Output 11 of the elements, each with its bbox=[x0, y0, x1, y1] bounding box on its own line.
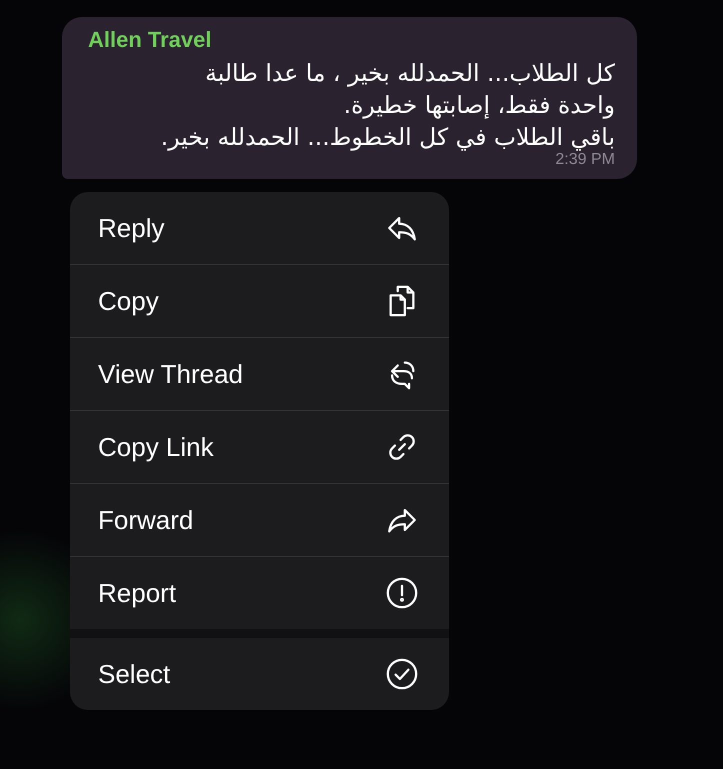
exclamation-circle-icon bbox=[385, 576, 419, 610]
sender-name: Allen Travel bbox=[88, 27, 213, 53]
menu-item[interactable]: Forward bbox=[70, 483, 449, 556]
menu-item[interactable]: Copy bbox=[70, 264, 449, 337]
check-circle-icon bbox=[385, 657, 419, 691]
message-text: كل الطلاب... الحمدلله بخير ، ما عدا طالبة واحدة فقط، إصابتها خطيرة. باقي الطلاب في كل الخطوط... الحمدلله بخير. bbox=[160, 58, 615, 152]
message-time: 2:39 PM bbox=[554, 151, 615, 169]
menu-item[interactable]: View Thread bbox=[70, 337, 449, 410]
menu-item[interactable]: Select bbox=[70, 638, 449, 710]
menu-item[interactable]: Reply bbox=[70, 192, 449, 264]
menu-item[interactable]: Copy Link bbox=[70, 410, 449, 483]
